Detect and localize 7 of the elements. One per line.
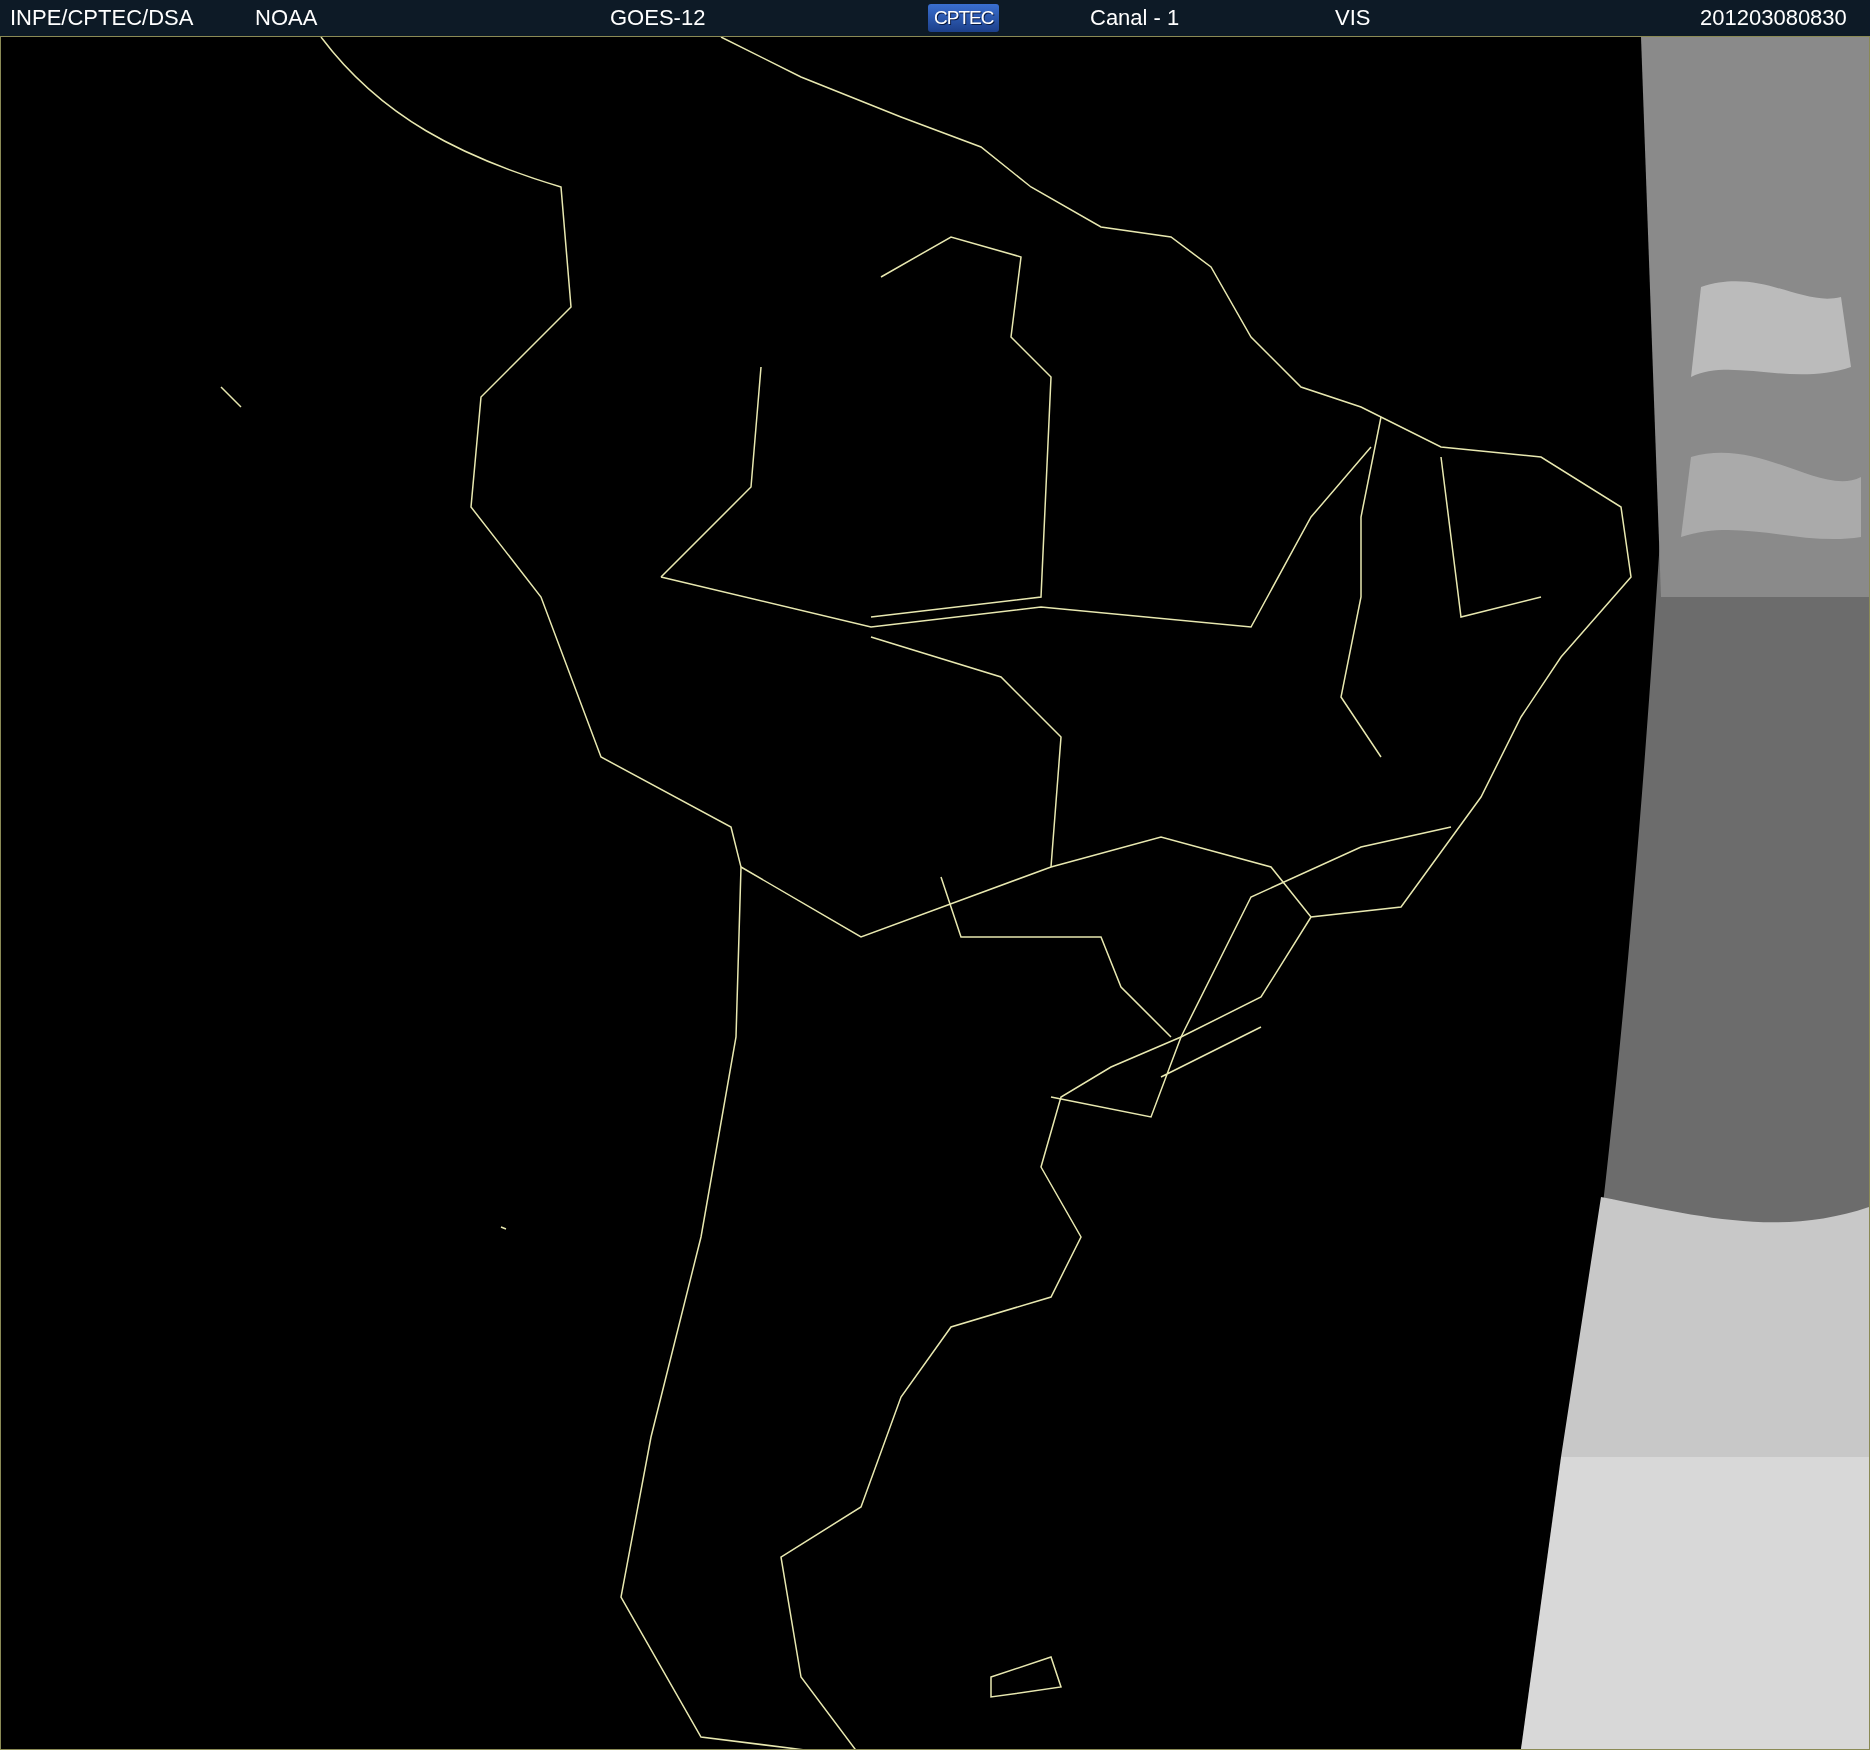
header-label: NOAA <box>255 5 318 30</box>
header-label: Canal - 1 <box>1090 5 1180 30</box>
header-label: VIS <box>1335 5 1371 30</box>
logo: CPTEC <box>928 4 1000 32</box>
header-label: GOES-12 <box>610 5 706 30</box>
header-label: 201203080830 <box>1700 5 1847 30</box>
header-label: INPE/CPTEC/DSA <box>10 5 194 30</box>
